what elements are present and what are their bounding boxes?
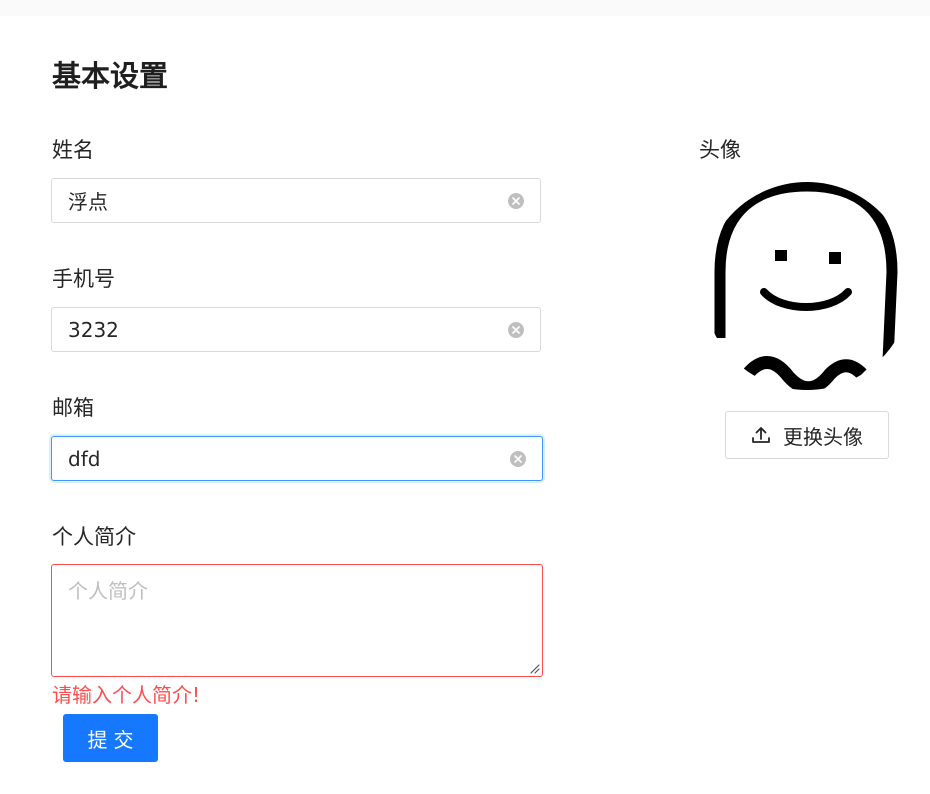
phone-input[interactable] [68,308,488,351]
submit-button[interactable]: 提交 [63,714,158,762]
avatar-label: 头像 [699,138,741,162]
bio-label: 个人简介 [52,525,136,549]
change-avatar-button[interactable]: 更换头像 [725,411,889,459]
bio-error-message: 请输入个人简介! [52,683,201,707]
email-clear-icon[interactable] [510,451,526,467]
email-field-wrapper [51,436,543,481]
name-label: 姓名 [52,138,94,162]
name-clear-icon[interactable] [508,193,524,209]
phone-label: 手机号 [52,267,115,291]
phone-field-wrapper [51,307,541,352]
upload-icon [752,427,770,443]
bio-textarea[interactable] [52,565,542,676]
phone-clear-icon[interactable] [508,322,524,338]
name-field-wrapper [51,178,541,223]
avatar-ghost-image [714,182,898,390]
page-title: 基本设置 [52,59,169,93]
email-label: 邮箱 [52,396,94,420]
resize-handle-icon[interactable] [528,662,540,674]
top-bar [0,0,930,16]
email-input[interactable] [68,437,488,480]
name-input[interactable] [68,179,488,222]
bio-field-wrapper [51,564,543,677]
change-avatar-label: 更换头像 [783,424,863,449]
